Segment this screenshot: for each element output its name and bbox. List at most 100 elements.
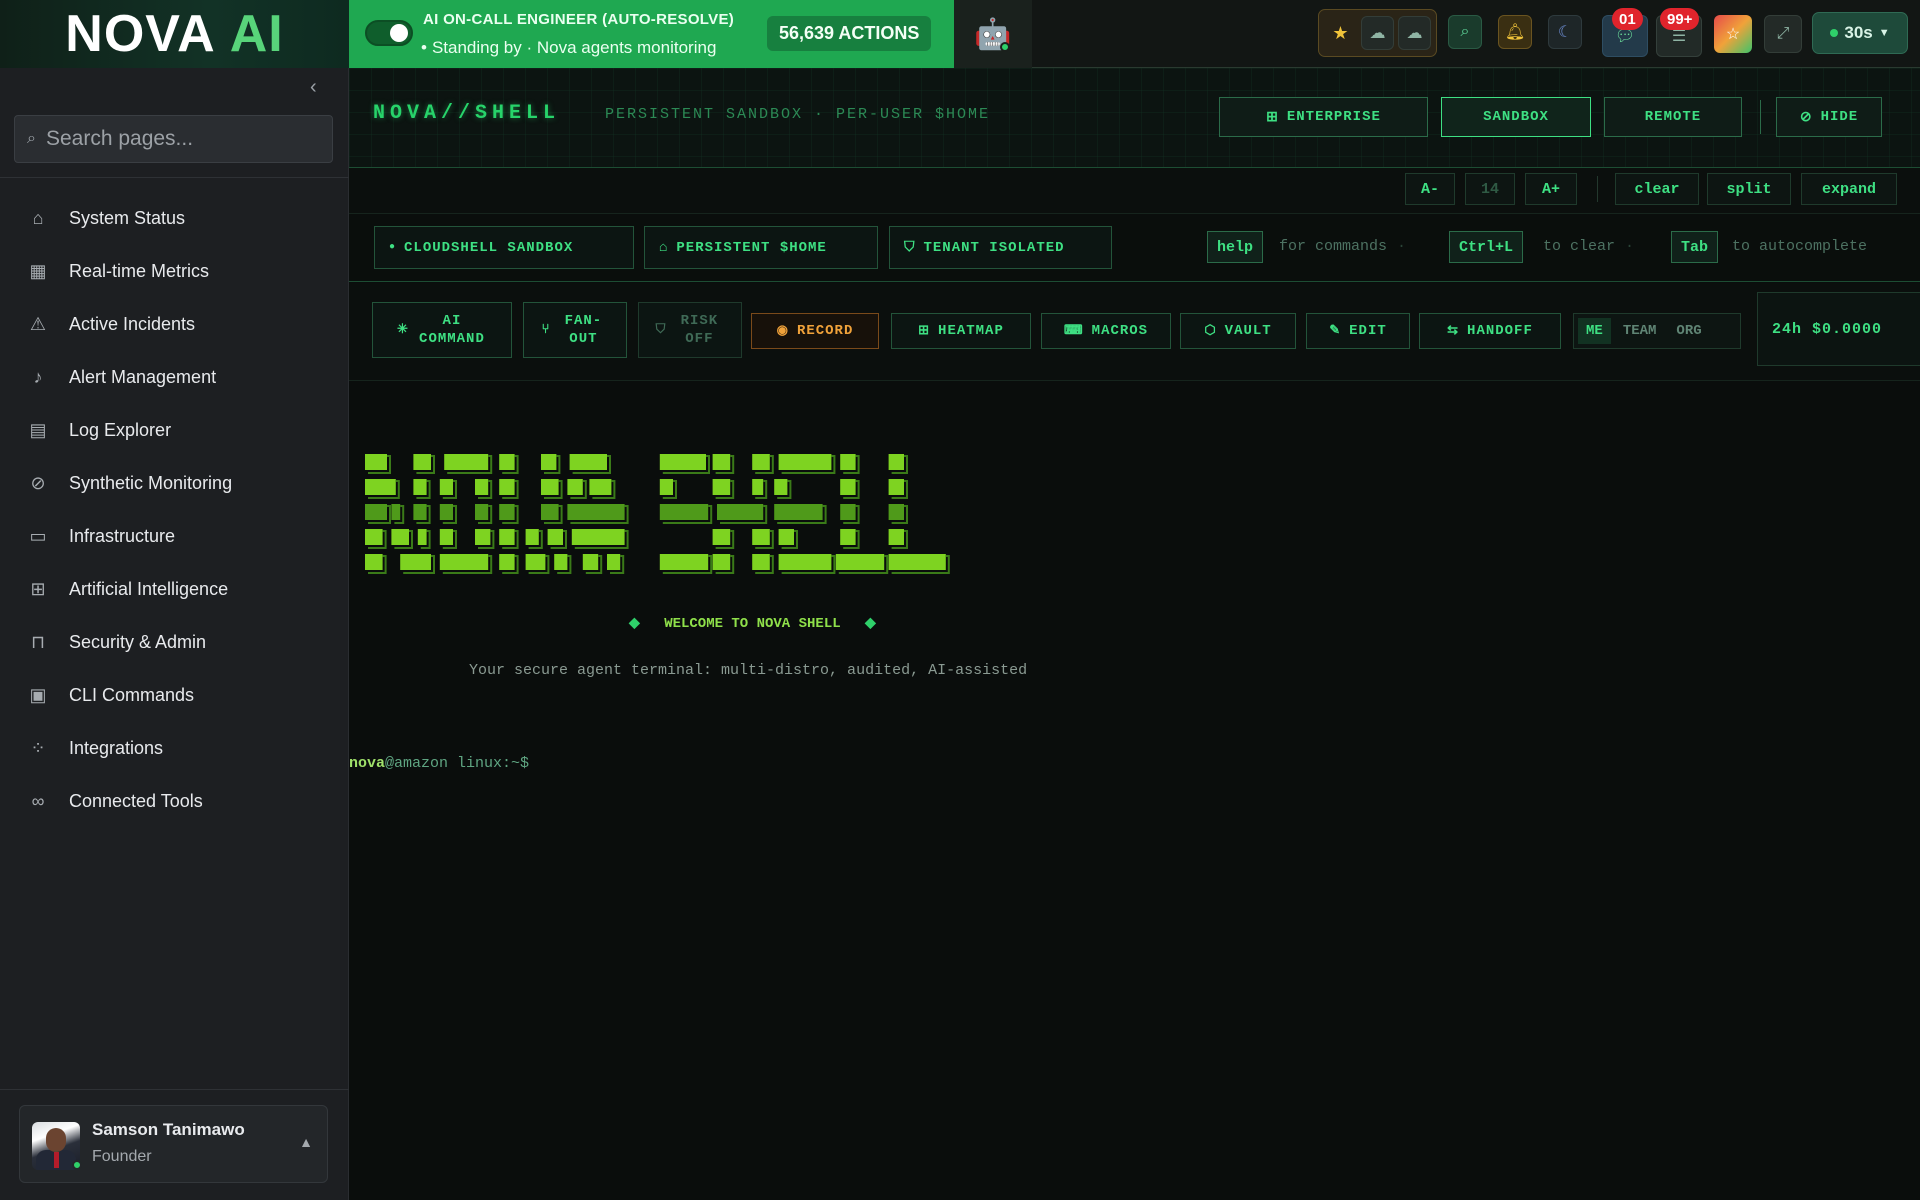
search-icon[interactable]: ⌕: [1448, 15, 1482, 49]
sidebar-item-infrastructure[interactable]: ▭ Infrastructure: [0, 510, 349, 562]
ascii-block: [391, 504, 401, 520]
ascii-block: [413, 454, 431, 470]
collapse-sidebar-icon[interactable]: ‹: [310, 76, 317, 99]
user-role: Founder: [92, 1148, 152, 1165]
ascii-block: [888, 529, 904, 545]
ascii-block: [778, 554, 832, 570]
cpu-icon: ⊞: [30, 578, 46, 599]
header-separator: [1760, 100, 1761, 134]
welcome-text: WELCOME TO NOVA SHELL: [664, 616, 841, 632]
shield-icon: ⛉: [904, 239, 916, 256]
expand-button[interactable]: expand: [1801, 173, 1897, 205]
agent-robot-button[interactable]: 🤖: [954, 0, 1032, 68]
mode-remote-button[interactable]: REMOTE: [1604, 97, 1742, 137]
shell-prompt[interactable]: nova@amazon linux:~$: [349, 755, 529, 772]
record-button[interactable]: ◉ RECORD: [751, 313, 879, 349]
ascii-block: [475, 479, 489, 495]
ascii-block: [365, 454, 387, 470]
scope-segmented-control: ME TEAM ORG: [1573, 313, 1741, 349]
handoff-button[interactable]: ⇆ HANDOFF: [1419, 313, 1561, 349]
scope-team[interactable]: TEAM: [1615, 318, 1665, 344]
sidebar-item-connected-tools[interactable]: ∞ Connected Tools: [0, 775, 349, 827]
ascii-block: [391, 529, 409, 545]
agent-toolbar: ✳ AI COMMAND ⑂ FAN-OUT ⛉ RISK OFF ◉ RECO…: [349, 283, 1920, 381]
risk-off-button[interactable]: ⛉ RISK OFF: [638, 302, 742, 358]
home-icon: ⌂: [32, 207, 44, 228]
vault-button[interactable]: ⬡ VAULT: [1180, 313, 1296, 349]
ascii-block: [582, 554, 599, 570]
prompt-host: @amazon linux: [385, 755, 503, 772]
ascii-block: [888, 504, 904, 520]
ascii-block: [774, 504, 823, 520]
refresh-interval-select[interactable]: 30s ▼: [1812, 12, 1908, 54]
font-increase-button[interactable]: A+: [1525, 173, 1577, 205]
ascii-block: [607, 554, 621, 570]
fan-out-button[interactable]: ⑂ FAN-OUT: [523, 302, 627, 358]
bell-icon: ♪: [33, 366, 43, 387]
sidebar-item-log-explorer[interactable]: ▤ Log Explorer: [0, 404, 349, 456]
hint-tab-key: Tab: [1671, 231, 1719, 263]
shell-panel: NOVA//SHELL PERSISTENT SANDBOX · PER-USE…: [349, 68, 1920, 1200]
sidebar-item-artificial-intelligence[interactable]: ⊞ Artificial Intelligence: [0, 563, 349, 615]
font-size-value: 14: [1465, 173, 1515, 205]
sidebar-item-integrations[interactable]: ⁘ Integrations: [0, 722, 349, 774]
sidebar-item-realtime-metrics[interactable]: ▦ Real-time Metrics: [0, 245, 349, 297]
ascii-block: [712, 479, 731, 495]
welcome-banner: ◆ WELCOME TO NOVA SHELL ◆: [629, 615, 876, 632]
sidebar-item-active-incidents[interactable]: ⚠ Active Incidents: [0, 298, 349, 350]
home-icon: ⌂: [659, 239, 669, 256]
ascii-block: [439, 479, 453, 495]
prompt-path: :~$: [502, 755, 530, 772]
notifications-badge: 99+: [1660, 8, 1700, 30]
search-input[interactable]: [45, 127, 316, 151]
star-icon[interactable]: ★: [1324, 16, 1357, 50]
ascii-block: [752, 479, 764, 495]
chip-label: TENANT ISOLATED: [923, 239, 1065, 256]
ascii-block: [659, 504, 709, 520]
macros-button[interactable]: ⌨ MACROS: [1041, 313, 1171, 349]
font-decrease-button[interactable]: A-: [1405, 173, 1455, 205]
ai-command-button[interactable]: ✳ AI COMMAND: [372, 302, 512, 358]
diamond-icon: ◆: [865, 616, 876, 632]
heatmap-button[interactable]: ⊞ HEATMAP: [891, 313, 1031, 349]
ascii-block: [567, 504, 625, 520]
sidebar-item-security-admin[interactable]: ⊓ Security & Admin: [0, 616, 349, 668]
warning-icon: ⚠: [29, 313, 47, 334]
auto-resolve-toggle[interactable]: [365, 20, 413, 46]
expand-icon[interactable]: ⤢: [1764, 15, 1802, 53]
ascii-block: [475, 529, 491, 545]
mode-enterprise-button[interactable]: ⊞ ENTERPRISE: [1219, 97, 1428, 137]
bell-icon[interactable]: 🔔︎: [1498, 15, 1532, 49]
moon-icon[interactable]: ☾: [1548, 15, 1582, 49]
sidebar-item-label: Integrations: [69, 737, 164, 758]
terminal-output[interactable]: ◆ WELCOME TO NOVA SHELL ◆ Your secure ag…: [349, 381, 1920, 1200]
hint-help-label: for commands: [1279, 238, 1388, 255]
cloud-aws-icon[interactable]: ☁: [1360, 16, 1394, 50]
sidebar-item-system-status[interactable]: ⌂ System Status: [0, 192, 349, 244]
sidebar-item-alert-management[interactable]: ♪ Alert Management: [0, 351, 349, 403]
mode-label: ENTERPRISE: [1286, 109, 1381, 125]
sidebar-item-synthetic-monitoring[interactable]: ⊘ Synthetic Monitoring: [0, 457, 349, 509]
tool-label: RECORD: [796, 323, 854, 339]
scope-me[interactable]: ME: [1578, 318, 1611, 344]
hide-button[interactable]: ⊘ HIDE: [1776, 97, 1882, 137]
scope-org[interactable]: ORG: [1668, 318, 1709, 344]
ascii-block: [888, 454, 904, 470]
cloud-icon[interactable]: ☁: [1397, 16, 1431, 50]
sidebar: ‹ ⌕ ⌂ System Status ▦ Real-time Metrics …: [0, 68, 349, 1200]
ascii-block: [752, 554, 770, 570]
sidebar-item-cli-commands[interactable]: ▣ CLI Commands: [0, 669, 349, 721]
keyboard-icon: ⌨: [1063, 323, 1084, 338]
ascii-block: [752, 454, 770, 470]
ascii-block: [499, 529, 515, 545]
ascii-block: [365, 504, 387, 520]
mode-sandbox-button[interactable]: SANDBOX: [1441, 97, 1591, 137]
clear-button[interactable]: clear: [1615, 173, 1699, 205]
dot-icon: ●: [389, 242, 397, 253]
edit-button[interactable]: ✎ EDIT: [1306, 313, 1410, 349]
split-button[interactable]: split: [1707, 173, 1791, 205]
actions-count-badge[interactable]: 56,639 ACTIONS: [767, 16, 932, 51]
logo[interactable]: NOVA AI: [0, 0, 349, 68]
user-menu[interactable]: Samson Tanimawo Founder ▲: [19, 1105, 328, 1183]
rating-star-icon[interactable]: ☆: [1714, 15, 1752, 53]
